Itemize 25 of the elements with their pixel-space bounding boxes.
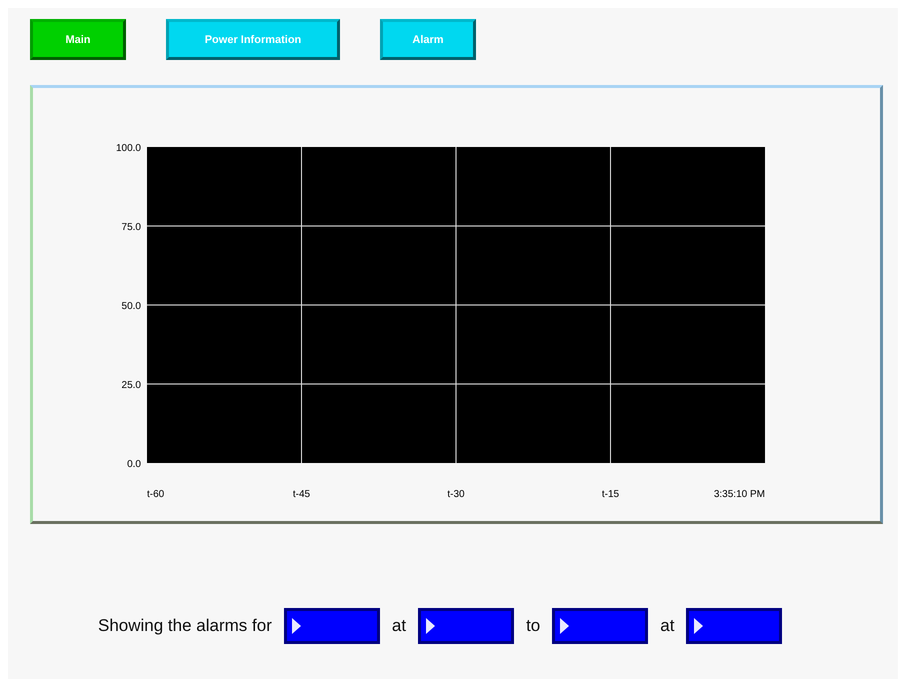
- filter-label: at: [390, 616, 408, 636]
- filter-label: Showing the alarms for: [97, 616, 273, 636]
- x-tick-label: t-45: [292, 489, 310, 500]
- filter-label: at: [659, 616, 676, 636]
- nav-button[interactable]: Main: [30, 19, 126, 60]
- dropdown-field[interactable]: [284, 608, 380, 644]
- play-icon: [292, 618, 301, 634]
- x-tick-label: 3:35:10 PM: [714, 489, 765, 500]
- play-icon: [694, 618, 704, 634]
- nav-button[interactable]: Power Information: [166, 19, 340, 60]
- play-icon: [560, 618, 570, 634]
- dropdown-field[interactable]: [552, 608, 648, 644]
- x-tick-label: t-60: [147, 489, 164, 500]
- x-tick-label: t-30: [447, 489, 465, 500]
- y-tick-label: 25.0: [122, 380, 141, 391]
- dropdown-field[interactable]: [418, 608, 514, 644]
- play-icon: [426, 618, 436, 634]
- x-tick-label: t-15: [602, 489, 620, 500]
- y-tick-label: 50.0: [122, 301, 141, 312]
- filter-label: to: [525, 616, 542, 636]
- nav-button[interactable]: Alarm: [380, 19, 476, 60]
- dropdown-field[interactable]: [686, 608, 782, 644]
- y-tick-label: 100.0: [116, 143, 141, 154]
- y-tick-label: 75.0: [122, 222, 141, 233]
- y-tick-label: 0.0: [127, 459, 141, 470]
